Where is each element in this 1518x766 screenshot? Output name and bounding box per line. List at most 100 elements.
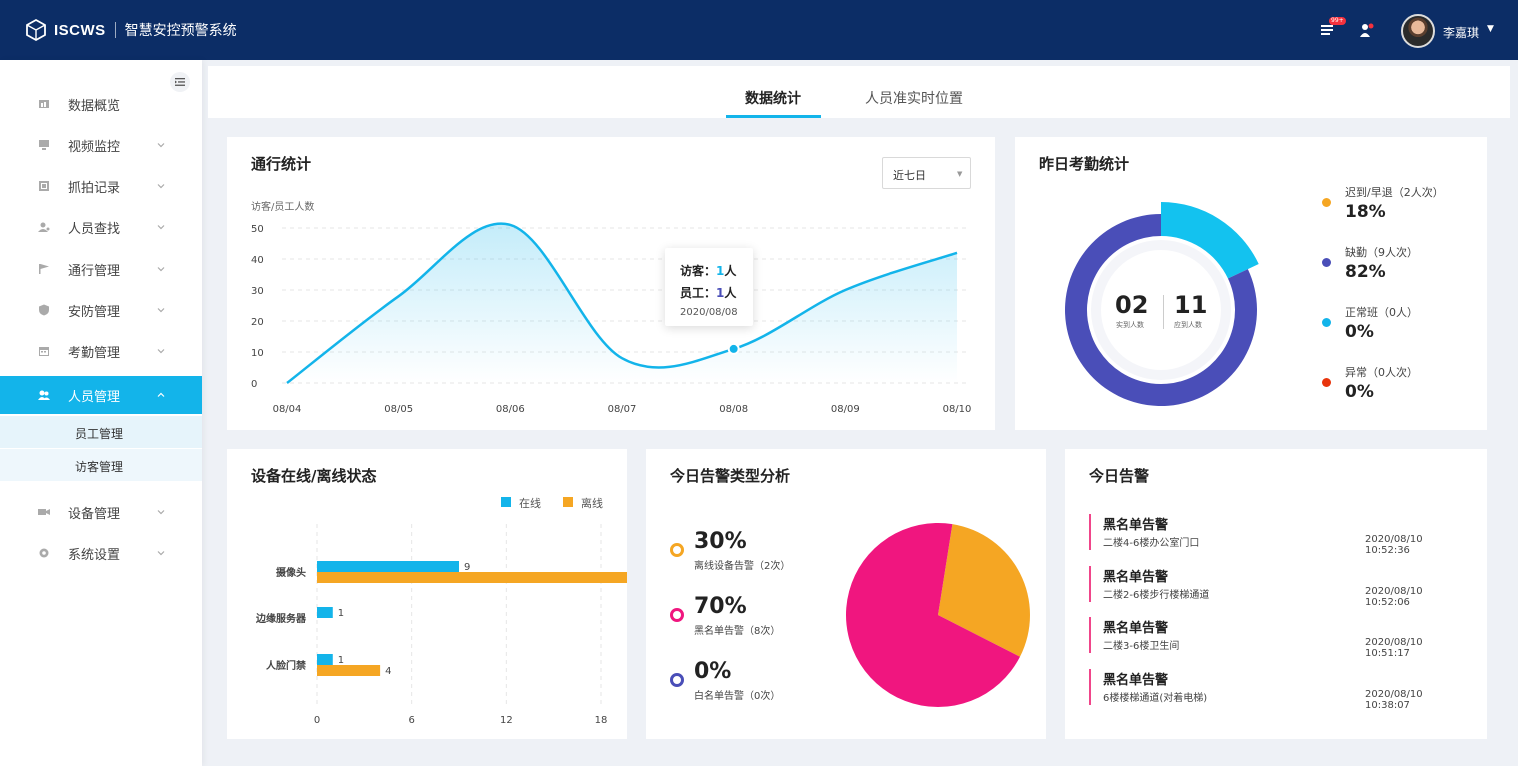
sidebar-item-9[interactable]: 系统设置 <box>0 534 202 572</box>
alarm-list-item[interactable]: 黑名单告警 二楼4-6楼办公室门口 2020/08/10 10:52:36 <box>1089 514 1469 556</box>
attendance-legend-value: 0% <box>1345 382 1374 402</box>
legend-dot <box>1322 258 1331 267</box>
legend-dot <box>1322 318 1331 327</box>
x-tick-label: 18 <box>595 715 608 726</box>
active-tab-indicator <box>726 115 821 118</box>
brand-name: ISCWS <box>54 21 106 39</box>
user-name[interactable]: 李嘉琪 <box>1443 24 1479 41</box>
attendance-card: 昨日考勤统计 02 实到人数 11 应到人数 迟到/早退（2人次） 18% 缺勤（9… <box>1015 137 1487 430</box>
x-tick-label: 08/09 <box>831 404 860 415</box>
x-tick-label: 6 <box>408 715 414 726</box>
sidebar-item-3[interactable]: 人员查找 <box>0 208 202 246</box>
cube-logo-icon <box>26 18 46 42</box>
alarm-type-card: 今日告警类型分析 30% 离线设备告警（2次） 70% 黑名单告警（8次） 0% 白名单告… <box>646 449 1046 739</box>
alarm-list-item[interactable]: 黑名单告警 二楼3-6楼卫生间 2020/08/10 10:51:17 <box>1089 617 1469 659</box>
sidebar-subitem-0[interactable]: 员工管理 <box>0 416 202 448</box>
alarm-list-item[interactable]: 黑名单告警 6楼楼梯通道(对着电梯) 2020/08/10 10:38:07 <box>1089 669 1469 711</box>
traffic-stats-card: 通行统计 近七日 ▼ 访客/员工人数 0 10 20 30 40 50 08/04 08/05 0… <box>227 137 995 430</box>
chevron-stroke <box>157 349 165 354</box>
sidebar-item-label: 设备管理 <box>68 506 121 522</box>
alarm-location: 二楼3-6楼卫生间 <box>1103 641 1180 652</box>
tab-realtime-location[interactable]: 人员准实时位置 <box>865 88 963 108</box>
sidebar-item-7[interactable]: 人员管理 <box>0 376 202 414</box>
chevron-down-icon[interactable]: ▼ <box>1487 24 1494 34</box>
sidebar-item-5[interactable]: 安防管理 <box>0 291 202 329</box>
sidebar-item-2[interactable]: 抓拍记录 <box>0 167 202 205</box>
app-logo[interactable]: ISCWS 智慧安控预警系统 <box>24 18 237 42</box>
alarm-location: 6楼楼梯通道(对着电梯) <box>1103 693 1208 704</box>
bar-online[interactable] <box>317 654 333 665</box>
chevron-down-icon <box>157 349 165 354</box>
attendance-legend-value: 82% <box>1345 262 1386 282</box>
attendance-legend-label: 缺勤（9人次） <box>1345 246 1418 259</box>
chevron-stroke <box>157 184 165 189</box>
sidebar-item-8[interactable]: 设备管理 <box>0 493 202 531</box>
chevron-stroke <box>157 267 165 272</box>
y-tick-label: 0 <box>251 379 257 390</box>
sidebar-item-label: 人员查找 <box>68 221 121 237</box>
sidebar-item-4[interactable]: 通行管理 <box>0 250 202 288</box>
alarm-list-item[interactable]: 黑名单告警 二楼2-6楼步行楼梯通道 2020/08/10 10:52:06 <box>1089 566 1469 608</box>
bar-offline[interactable] <box>317 665 381 676</box>
attendance-legend-label: 异常（0人次） <box>1345 366 1418 379</box>
tab-data-statistics[interactable]: 数据统计 <box>745 88 801 108</box>
attendance-legend-label: 正常班（0人） <box>1345 306 1418 319</box>
sidebar-subitem-1[interactable]: 访客管理 <box>0 449 202 481</box>
logo-divider <box>114 22 116 38</box>
tooltip-employee: 员工：1人 <box>680 284 736 301</box>
chevron-stroke <box>157 225 165 230</box>
calendar-icon <box>39 347 49 356</box>
chevron-stroke <box>157 551 165 556</box>
bar-offline[interactable] <box>317 572 627 583</box>
category-label: 人脸门禁 <box>266 659 306 672</box>
avatar[interactable] <box>1401 14 1435 48</box>
dashboard-icon <box>39 100 49 108</box>
top-bar: ISCWS 智慧安控预警系统 99+ 李嘉琪 ▼ <box>0 0 1518 60</box>
alarm-title: 黑名单告警 <box>1103 621 1169 636</box>
sidebar-item-1[interactable]: 视频监控 <box>0 126 202 164</box>
chevron-stroke <box>157 392 165 397</box>
chevron-down-icon <box>157 267 165 272</box>
tab-bar: 数据统计 人员准实时位置 <box>208 66 1510 118</box>
category-label: 边缘服务器 <box>255 612 307 625</box>
tooltip-date: 2020/08/08 <box>680 307 738 318</box>
alarm-title: 黑名单告警 <box>1103 673 1169 688</box>
legend-dot <box>1322 198 1331 207</box>
camera-icon <box>38 509 50 515</box>
y-tick-label: 50 <box>251 224 264 235</box>
bar-value-label: 1 <box>338 608 344 619</box>
alarm-location: 二楼4-6楼办公室门口 <box>1103 538 1200 549</box>
bar-value-label: 4 <box>385 666 391 677</box>
flag-icon <box>39 264 49 274</box>
alert-button[interactable] <box>1358 22 1376 40</box>
bar-online[interactable] <box>317 607 333 618</box>
highlight-point[interactable] <box>727 342 740 355</box>
notification-badge: 99+ <box>1329 17 1346 25</box>
chevron-down-icon <box>157 510 165 515</box>
y-tick-label: 30 <box>251 286 264 297</box>
notification-button[interactable]: 99+ <box>1320 17 1346 40</box>
alarm-title: 黑名单告警 <box>1103 570 1169 585</box>
device-status-card: 设备在线/离线状态 在线 离线 061218摄像头920边缘服务器1人脸门禁14 <box>227 449 627 739</box>
sidebar-item-0[interactable]: 数据概览 <box>0 85 202 123</box>
chevron-down-icon <box>157 143 165 148</box>
bar-online[interactable] <box>317 561 459 572</box>
tooltip-employee-label: 员工： <box>680 286 717 300</box>
x-tick-label: 0 <box>314 715 320 726</box>
tooltip-visitor: 访客：1人 <box>680 262 736 279</box>
sidebar-item-label: 人员管理 <box>68 389 121 405</box>
chevron-down-icon <box>157 308 165 313</box>
sidebar: 数据概览 视频监控抓拍记录人员查找通行管理 安防管理 考勤管理人员管理设备管理系统设置… <box>0 60 202 766</box>
y-tick-label: 10 <box>251 348 264 359</box>
bar-value-label: 9 <box>464 562 470 573</box>
sidebar-item-label: 抓拍记录 <box>68 180 121 196</box>
y-axis-label: 访客/员工人数 <box>251 200 314 213</box>
device-bar-chart: 061218摄像头920边缘服务器1人脸门禁14 <box>255 524 627 726</box>
sidebar-item-6[interactable]: 考勤管理 <box>0 332 202 370</box>
gear-icon <box>39 548 49 558</box>
attendance-legend-value: 0% <box>1345 322 1374 342</box>
chevron-down-icon <box>157 551 165 556</box>
shield-icon <box>39 304 49 316</box>
x-tick-label: 08/08 <box>719 404 748 415</box>
attendance-legend-label: 迟到/早退（2人次） <box>1345 186 1444 199</box>
